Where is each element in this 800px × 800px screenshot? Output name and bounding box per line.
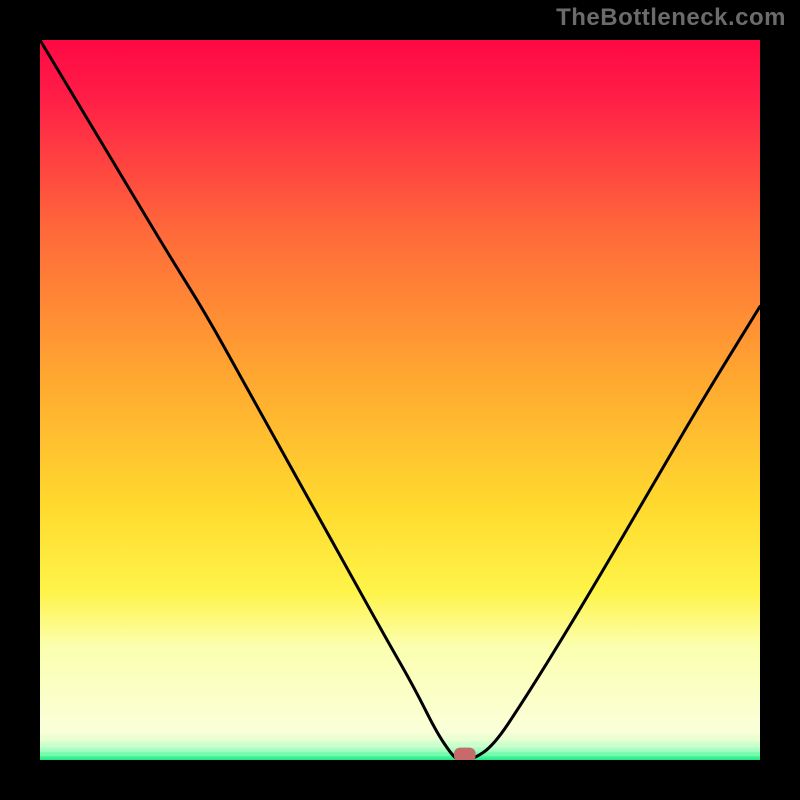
chart-container: TheBottleneck.com [0, 0, 800, 800]
plot-area [40, 40, 760, 760]
chart-svg [40, 40, 760, 760]
optimal-marker [454, 748, 476, 760]
watermark: TheBottleneck.com [556, 4, 786, 32]
gradient-field [40, 40, 760, 730]
